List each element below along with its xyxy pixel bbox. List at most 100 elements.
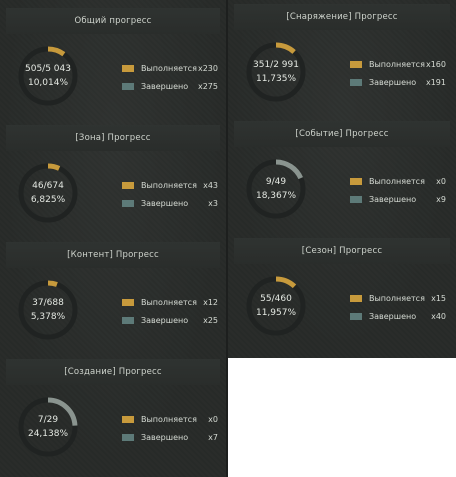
in-progress-swatch xyxy=(350,177,362,185)
legend-row-in-progress: Выполняется x230 xyxy=(122,61,218,75)
in-progress-count: x230 xyxy=(197,63,218,73)
completed-count: x191 xyxy=(425,77,446,87)
progress-panel: [Событие] Прогресс 9/49 18,367% Выполняе… xyxy=(228,117,456,233)
progress-percent: 6,825% xyxy=(30,195,66,205)
completed-swatch xyxy=(350,312,362,320)
completed-label: Завершено xyxy=(369,77,417,87)
legend-row-completed: Завершено x3 xyxy=(122,196,218,210)
progress-percent: 24,138% xyxy=(27,429,69,439)
progress-ring: 55/460 11,957% xyxy=(242,272,310,340)
in-progress-count: x160 xyxy=(425,59,446,69)
in-progress-count: x15 xyxy=(431,293,446,303)
completed-label: Завершено xyxy=(141,315,189,325)
progress-legend: Выполняется x0 Завершено x9 xyxy=(350,174,446,210)
progress-count: 37/688 xyxy=(32,298,64,308)
in-progress-label: Выполняется xyxy=(141,414,197,424)
progress-legend: Выполняется x230 Завершено x275 xyxy=(122,61,218,97)
panel-title: [Контент] Прогресс xyxy=(6,242,220,268)
progress-percent: 11,957% xyxy=(255,308,297,318)
legend-row-in-progress: Выполняется x43 xyxy=(122,178,218,192)
completed-count: x3 xyxy=(208,198,218,208)
progress-percent: 11,735% xyxy=(255,74,297,84)
left-progress-column: Общий прогресс 505/5 043 10,014% Выполня… xyxy=(0,0,226,477)
panel-title: [Создание] Прогресс xyxy=(6,359,220,385)
completed-label: Завершено xyxy=(369,194,417,204)
completed-swatch xyxy=(122,199,134,207)
progress-count: 7/29 xyxy=(37,415,59,425)
in-progress-swatch xyxy=(122,415,134,423)
progress-legend: Выполняется x160 Завершено x191 xyxy=(350,57,446,93)
in-progress-label: Выполняется xyxy=(369,59,425,69)
completed-label: Завершено xyxy=(141,432,189,442)
progress-ring: 7/29 24,138% xyxy=(14,393,82,461)
legend-row-in-progress: Выполняется x15 xyxy=(350,291,446,305)
completed-count: x7 xyxy=(208,432,218,442)
legend-row-completed: Завершено x25 xyxy=(122,313,218,327)
legend-row-completed: Завершено x40 xyxy=(350,309,446,323)
progress-percent: 5,378% xyxy=(30,312,66,322)
in-progress-label: Выполняется xyxy=(141,63,197,73)
in-progress-swatch xyxy=(122,64,134,72)
progress-count: 55/460 xyxy=(260,294,292,304)
progress-ring: 505/5 043 10,014% xyxy=(14,42,82,110)
panel-title: [Зона] Прогресс xyxy=(6,125,220,151)
progress-ring: 46/674 6,825% xyxy=(14,159,82,227)
progress-panel: [Зона] Прогресс 46/674 6,825% Выполняетс… xyxy=(0,121,226,237)
legend-row-completed: Завершено x191 xyxy=(350,75,446,89)
in-progress-swatch xyxy=(350,294,362,302)
completed-count: x40 xyxy=(431,311,446,321)
right-progress-column: [Снаряжение] Прогресс 351/2 991 11,735% … xyxy=(228,0,456,358)
legend-row-completed: Завершено x9 xyxy=(350,192,446,206)
progress-percent: 10,014% xyxy=(27,78,69,88)
progress-panel: [Создание] Прогресс 7/29 24,138% Выполня… xyxy=(0,355,226,471)
progress-legend: Выполняется x15 Завершено x40 xyxy=(350,291,446,327)
completed-swatch xyxy=(122,82,134,90)
progress-legend: Выполняется x43 Завершено x3 xyxy=(122,178,218,214)
legend-row-in-progress: Выполняется x0 xyxy=(350,174,446,188)
in-progress-label: Выполняется xyxy=(141,297,197,307)
panel-title: [Сезон] Прогресс xyxy=(234,238,450,264)
in-progress-count: x0 xyxy=(208,414,218,424)
panel-title: Общий прогресс xyxy=(6,8,220,34)
progress-count: 9/49 xyxy=(265,177,287,187)
progress-percent: 18,367% xyxy=(255,191,297,201)
legend-row-in-progress: Выполняется x160 xyxy=(350,57,446,71)
progress-ring: 351/2 991 11,735% xyxy=(242,38,310,106)
progress-count: 46/674 xyxy=(32,181,64,191)
in-progress-swatch xyxy=(350,60,362,68)
progress-ring: 9/49 18,367% xyxy=(242,155,310,223)
panel-title: [Событие] Прогресс xyxy=(234,121,450,147)
in-progress-swatch xyxy=(122,298,134,306)
completed-swatch xyxy=(122,316,134,324)
progress-ring: 37/688 5,378% xyxy=(14,276,82,344)
legend-row-in-progress: Выполняется x12 xyxy=(122,295,218,309)
progress-panel: [Контент] Прогресс 37/688 5,378% Выполня… xyxy=(0,238,226,354)
completed-count: x25 xyxy=(203,315,218,325)
completed-swatch xyxy=(122,433,134,441)
in-progress-label: Выполняется xyxy=(141,180,197,190)
completed-label: Завершено xyxy=(141,81,189,91)
panel-title: [Снаряжение] Прогресс xyxy=(234,4,450,30)
progress-panel: Общий прогресс 505/5 043 10,014% Выполня… xyxy=(0,4,226,120)
completed-count: x275 xyxy=(197,81,218,91)
in-progress-label: Выполняется xyxy=(369,293,425,303)
legend-row-in-progress: Выполняется x0 xyxy=(122,412,218,426)
completed-swatch xyxy=(350,195,362,203)
completed-count: x9 xyxy=(436,194,446,204)
in-progress-count: x0 xyxy=(436,176,446,186)
in-progress-label: Выполняется xyxy=(369,176,425,186)
in-progress-count: x12 xyxy=(203,297,218,307)
completed-label: Завершено xyxy=(141,198,189,208)
legend-row-completed: Завершено x7 xyxy=(122,430,218,444)
progress-legend: Выполняется x0 Завершено x7 xyxy=(122,412,218,448)
legend-row-completed: Завершено x275 xyxy=(122,79,218,93)
progress-legend: Выполняется x12 Завершено x25 xyxy=(122,295,218,331)
progress-panel: [Сезон] Прогресс 55/460 11,957% Выполняе… xyxy=(228,234,456,350)
completed-swatch xyxy=(350,78,362,86)
progress-panel: [Снаряжение] Прогресс 351/2 991 11,735% … xyxy=(228,0,456,116)
completed-label: Завершено xyxy=(369,311,417,321)
progress-count: 351/2 991 xyxy=(253,60,299,70)
in-progress-swatch xyxy=(122,181,134,189)
progress-count: 505/5 043 xyxy=(25,64,71,74)
in-progress-count: x43 xyxy=(203,180,218,190)
